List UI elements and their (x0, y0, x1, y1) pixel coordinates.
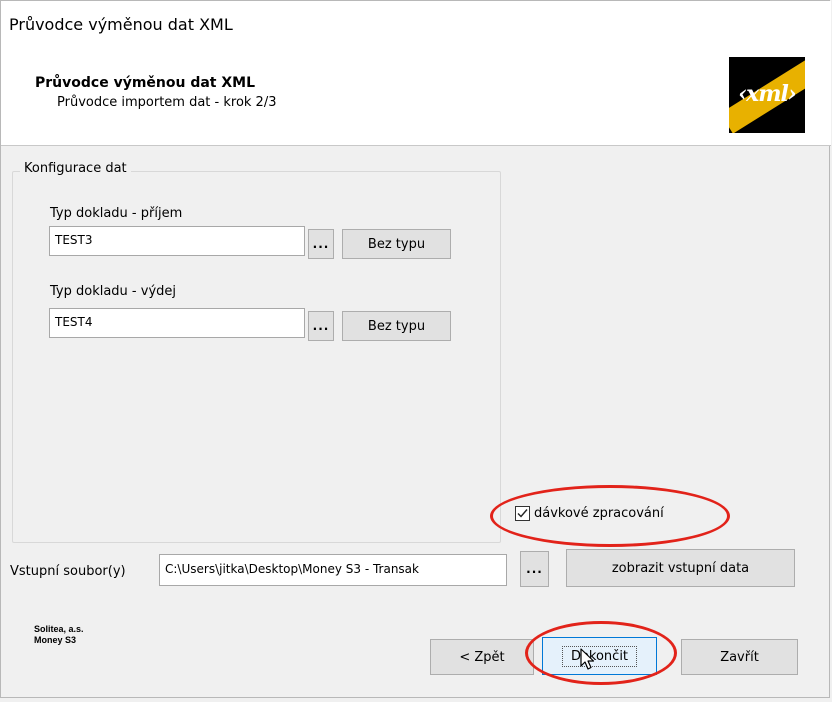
company-name: Solitea, a.s. (34, 624, 84, 634)
receipt-type-browse-button[interactable]: ... (308, 229, 334, 259)
close-button[interactable]: Zavřít (681, 639, 798, 675)
issue-type-label: Typ dokladu - výdej (50, 284, 177, 299)
logo-text: ‹xml› (738, 81, 796, 107)
wizard-window: Průvodce výměnou dat XML Průvodce výměno… (0, 0, 831, 698)
header-title: Průvodce výměnou dat XML (35, 75, 256, 91)
batch-processing-option[interactable]: dávkové zpracování (515, 506, 664, 521)
issue-type-browse-button[interactable]: ... (308, 311, 334, 341)
issue-type-input[interactable]: TEST4 (49, 308, 305, 338)
input-file-browse-button[interactable]: ... (520, 551, 549, 587)
receipt-type-label: Typ dokladu - příjem (50, 206, 183, 221)
data-config-group-label: Konfigurace dat (20, 161, 131, 176)
issue-type-clear-button[interactable]: Bez typu (342, 311, 451, 341)
receipt-type-input[interactable]: TEST3 (49, 226, 305, 256)
finish-button[interactable]: Dokončit (542, 637, 657, 675)
input-file-label: Vstupní soubor(y) (10, 564, 126, 579)
window-title: Průvodce výměnou dat XML (9, 15, 233, 34)
wizard-header: Průvodce výměnou dat XML Průvodce import… (1, 41, 831, 146)
product-name: Money S3 (34, 635, 77, 645)
mouse-cursor-icon (580, 648, 595, 670)
finish-button-label: Dokončit (561, 645, 638, 667)
show-input-data-button[interactable]: zobrazit vstupní data (566, 549, 795, 587)
input-file-path[interactable]: C:\Users\jitka\Desktop\Money S3 - Transa… (159, 554, 507, 586)
back-button[interactable]: < Zpět (430, 639, 534, 675)
checkmark-icon (517, 509, 528, 518)
header-subtitle: Průvodce importem dat - krok 2/3 (57, 95, 277, 110)
batch-processing-checkbox[interactable] (515, 506, 530, 521)
batch-processing-label: dávkové zpracování (534, 506, 664, 521)
title-bar: Průvodce výměnou dat XML (1, 1, 831, 41)
receipt-type-clear-button[interactable]: Bez typu (342, 229, 451, 259)
xml-logo-icon: ‹xml› (729, 57, 805, 133)
